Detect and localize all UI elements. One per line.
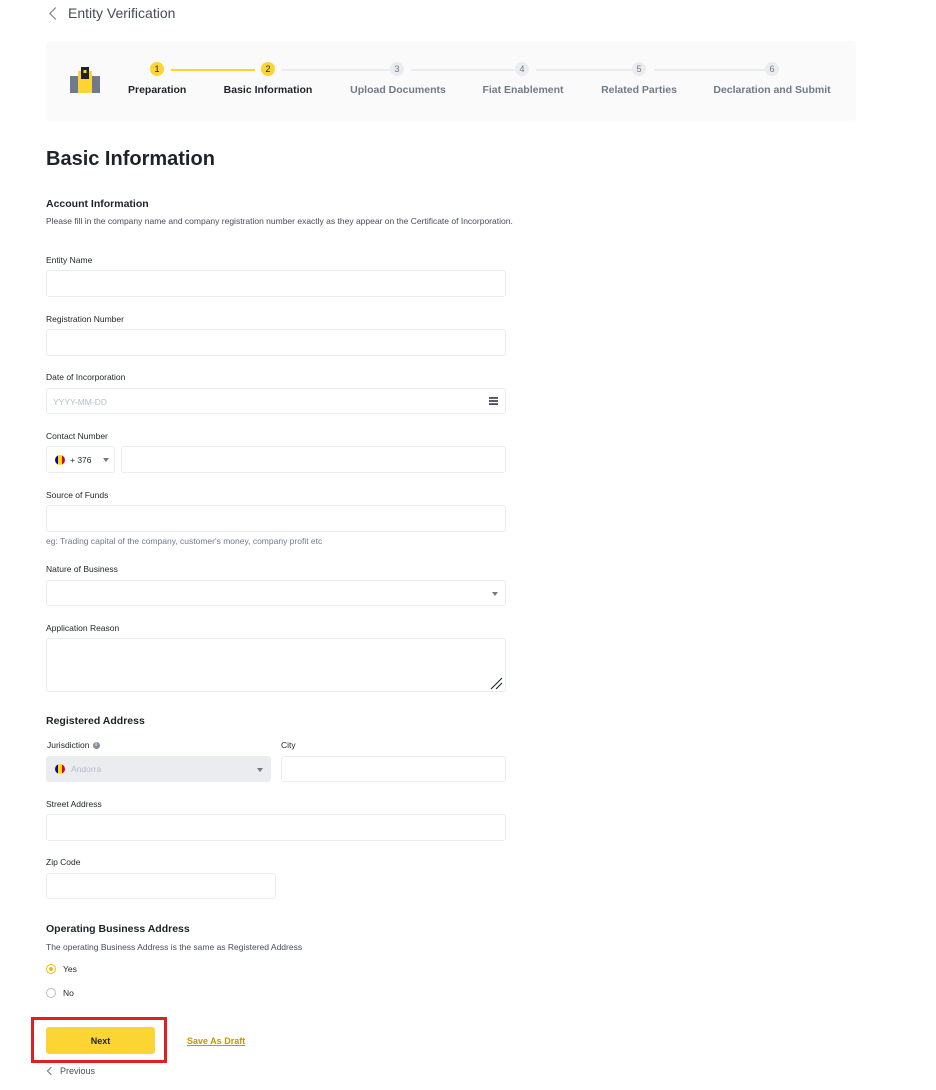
zip-code-label: Zip Code <box>46 857 81 867</box>
calendar-icon[interactable] <box>489 397 498 405</box>
save-as-draft-link[interactable]: Save As Draft <box>187 1036 245 1046</box>
account-information-heading: Account Information <box>46 198 149 210</box>
chevron-down-icon <box>102 457 109 462</box>
radio-option-no[interactable]: No <box>46 988 74 998</box>
step-connector-5 <box>654 69 765 71</box>
registered-address-heading: Registered Address <box>46 715 145 727</box>
step-1-label: Preparation <box>128 84 187 96</box>
city-input[interactable] <box>281 756 506 782</box>
nature-of-business-label: Nature of Business <box>46 564 118 574</box>
step-3-number: 3 <box>390 62 404 76</box>
date-placeholder: YYYY-MM-DD <box>53 397 107 407</box>
nature-of-business-select[interactable] <box>46 580 506 606</box>
city-label: City <box>281 740 296 750</box>
step-2-label: Basic Information <box>223 84 313 96</box>
contact-number-input[interactable] <box>121 446 506 473</box>
entity-name-label: Entity Name <box>46 255 93 265</box>
country-code-select[interactable]: + 376 <box>46 446 115 473</box>
account-information-helper: Please fill in the company name and comp… <box>46 216 513 226</box>
registration-number-input[interactable] <box>46 329 506 356</box>
step-connector-2 <box>282 69 390 71</box>
chevron-down-icon <box>492 592 498 596</box>
country-code-value: + 376 <box>70 454 92 465</box>
resize-handle-icon[interactable] <box>490 677 503 690</box>
source-of-funds-input[interactable] <box>46 505 506 532</box>
jurisdiction-label-row: Jurisdiction i <box>47 740 100 750</box>
step-connector-3 <box>411 69 515 71</box>
zip-code-input[interactable] <box>46 873 276 899</box>
step-6-label: Declaration and Submit <box>713 84 831 96</box>
operating-address-heading: Operating Business Address <box>46 923 190 935</box>
step-1-number: 1 <box>150 62 164 76</box>
progress-stepper: 1 Preparation 2 Basic Information 3 Uplo… <box>46 41 856 121</box>
street-address-label: Street Address <box>46 799 102 809</box>
contact-number-label: Contact Number <box>46 431 108 441</box>
step-6-number: 6 <box>765 62 779 76</box>
street-address-input[interactable] <box>46 814 506 841</box>
jurisdiction-select[interactable]: Andorra <box>46 756 271 782</box>
page-header-title: Entity Verification <box>68 5 176 21</box>
registration-number-label: Registration Number <box>46 314 124 324</box>
step-3-label: Upload Documents <box>350 84 446 96</box>
previous-label: Previous <box>60 1066 96 1076</box>
next-button[interactable]: Next <box>46 1027 155 1054</box>
step-2-number: 2 <box>261 62 275 76</box>
page-title: Basic Information <box>46 148 215 170</box>
chevron-down-icon <box>257 768 263 772</box>
andorra-flag-icon <box>55 454 65 465</box>
chevron-left-icon <box>49 6 62 20</box>
jurisdiction-label: Jurisdiction <box>47 740 90 750</box>
entity-name-input[interactable] <box>46 270 506 297</box>
step-4-number: 4 <box>515 62 529 76</box>
step-5-number: 5 <box>632 62 646 76</box>
date-of-incorporation-input[interactable]: YYYY-MM-DD <box>46 388 506 414</box>
radio-yes-selected[interactable] <box>46 964 56 974</box>
info-icon[interactable]: i <box>92 741 100 749</box>
source-of-funds-example: eg: Trading capital of the company, cust… <box>46 536 323 546</box>
step-connector-1 <box>171 69 255 71</box>
back-to-previous-link[interactable]: Entity Verification <box>48 5 175 21</box>
chevron-left-icon <box>46 1066 56 1076</box>
operating-address-question: The operating Business Address is the sa… <box>46 942 303 952</box>
radio-yes-label: Yes <box>63 964 77 974</box>
building-logo-icon <box>70 67 100 93</box>
source-of-funds-label: Source of Funds <box>46 490 109 500</box>
radio-no-label: No <box>63 988 74 998</box>
andorra-flag-icon <box>55 764 65 774</box>
radio-option-yes[interactable]: Yes <box>46 964 77 974</box>
application-reason-label: Application Reason <box>46 623 120 633</box>
step-4-label: Fiat Enablement <box>482 84 564 96</box>
step-connector-4 <box>536 69 632 71</box>
previous-link[interactable]: Previous <box>46 1066 96 1076</box>
step-5-label: Related Parties <box>601 84 677 96</box>
application-reason-textarea[interactable] <box>46 638 506 692</box>
date-of-incorporation-label: Date of Incorporation <box>46 372 126 382</box>
radio-no-unselected[interactable] <box>46 988 56 998</box>
jurisdiction-value: Andorra <box>71 764 102 774</box>
